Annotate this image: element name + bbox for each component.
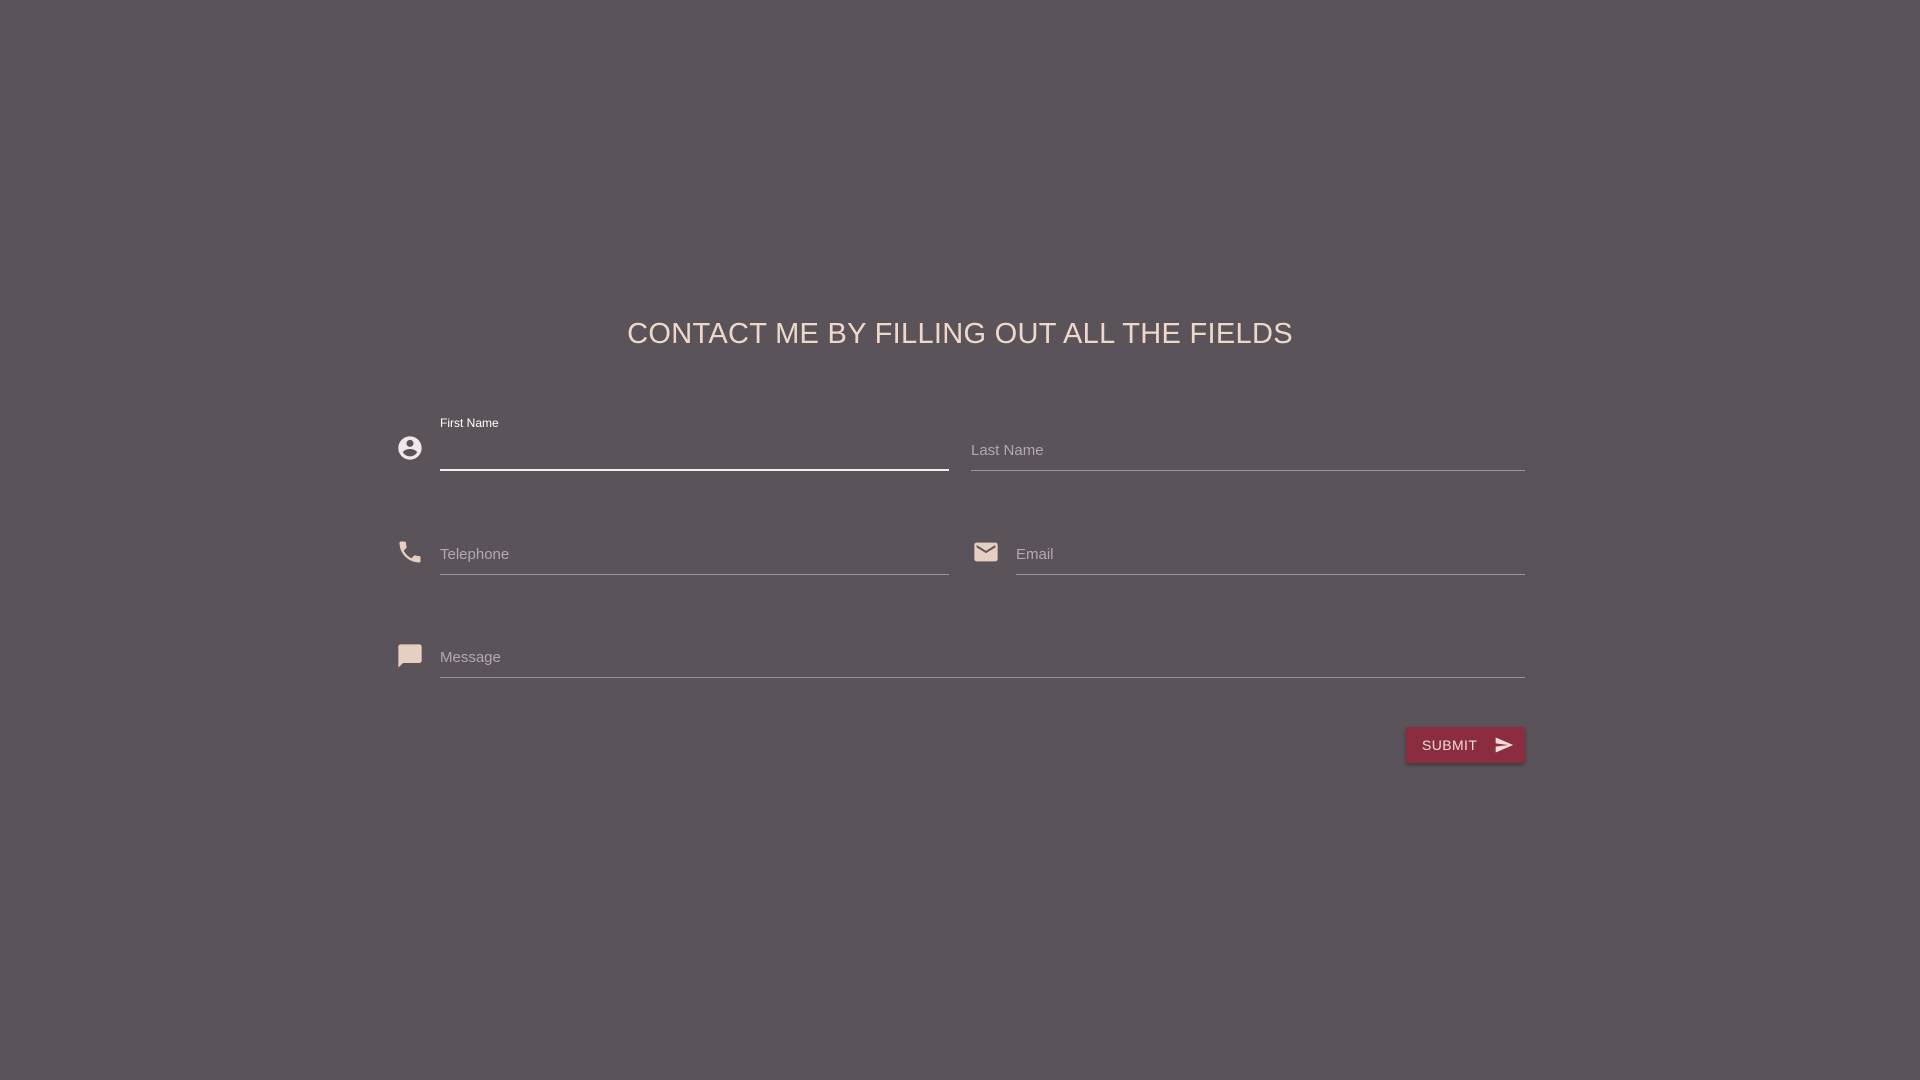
submit-button-label: SUBMIT [1422,737,1478,753]
mail-icon [972,538,1000,566]
email-underline [1016,574,1525,575]
message-underline [440,677,1525,678]
last-name-field[interactable]: Last Name [971,415,1525,471]
send-icon [1494,735,1514,755]
chat-bubble-icon [396,642,424,670]
first-name-underline [440,469,949,471]
telephone-placeholder: Telephone [440,546,510,563]
account-circle-icon [396,434,424,462]
first-name-input[interactable] [440,441,949,467]
telephone-underline [440,574,949,575]
first-name-label: First Name [440,416,499,430]
page-title: CONTACT ME BY FILLING OUT ALL THE FIELDS [627,318,1293,350]
first-name-field[interactable]: First Name [440,415,949,471]
telephone-field[interactable]: Telephone [440,519,949,575]
last-name-underline [971,470,1525,471]
contact-page: CONTACT ME BY FILLING OUT ALL THE FIELDS… [0,0,1920,1080]
message-placeholder: Message [440,649,501,666]
phone-icon [396,538,424,566]
email-placeholder: Email [1016,546,1054,563]
message-field[interactable]: Message [440,622,1525,678]
submit-button[interactable]: SUBMIT [1406,727,1525,763]
email-field[interactable]: Email [1016,519,1525,575]
last-name-placeholder: Last Name [971,442,1044,459]
